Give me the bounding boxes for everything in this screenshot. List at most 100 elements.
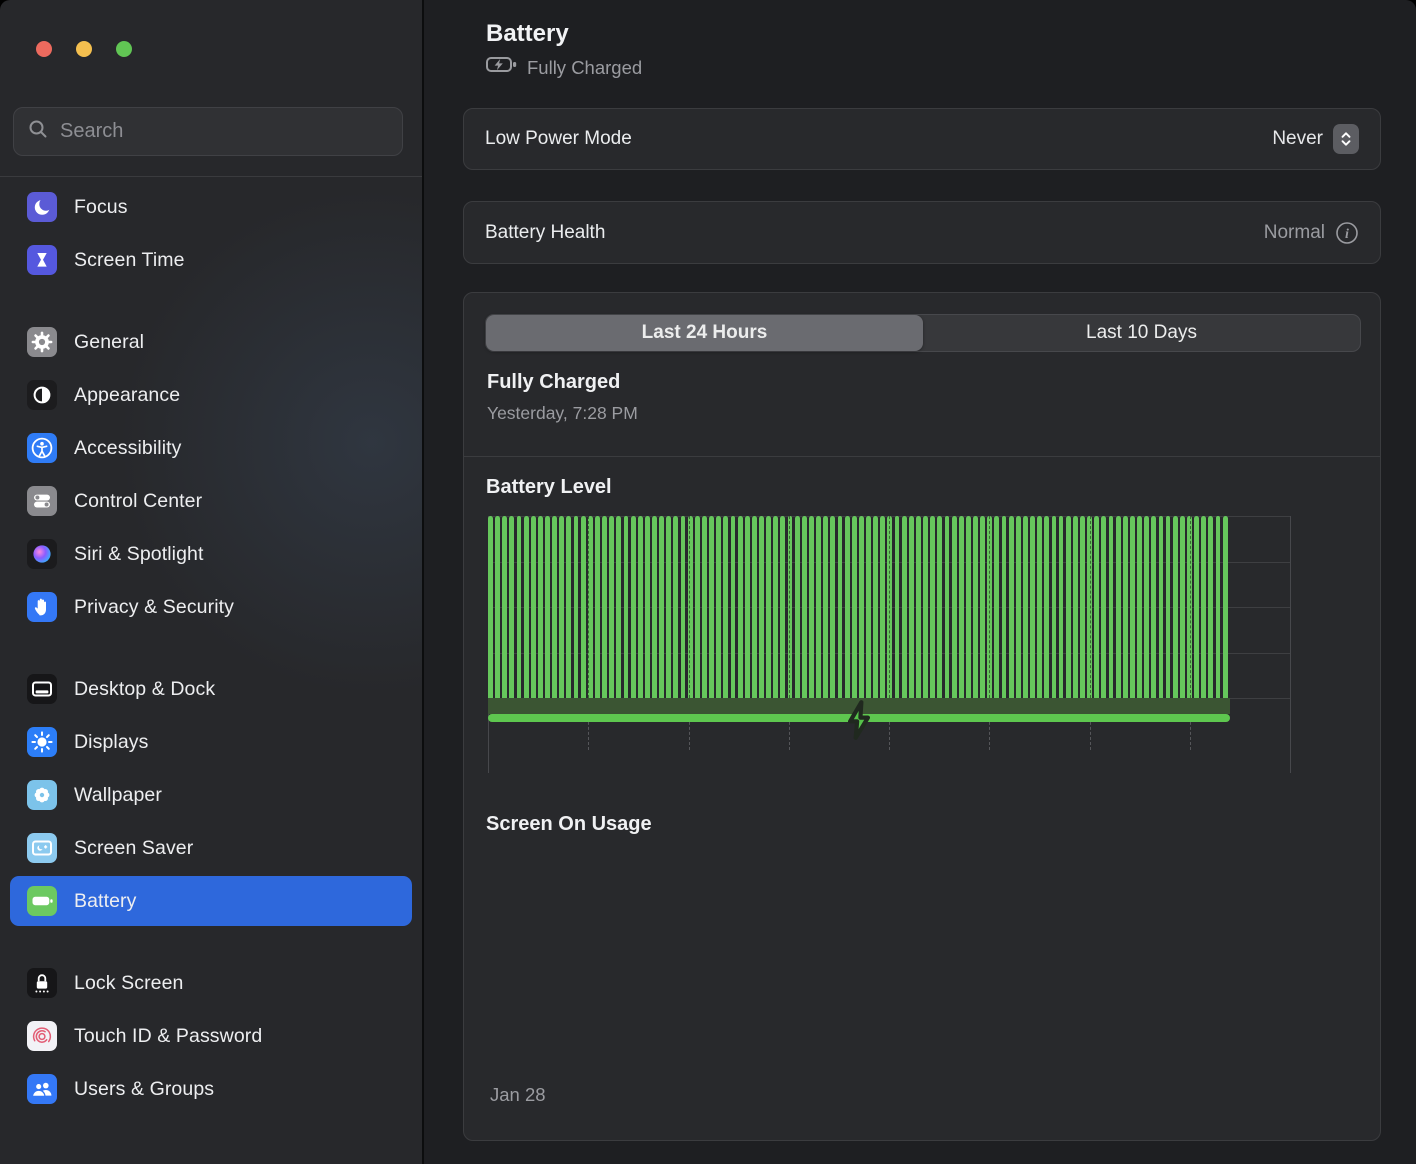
battery-bar (517, 516, 522, 698)
sidebar-item-label: Screen Saver (74, 837, 193, 860)
sidebar-item-label: General (74, 331, 144, 354)
sidebar-item-focus[interactable]: Focus (10, 182, 412, 232)
battery-bar (631, 516, 636, 698)
search-icon (28, 119, 48, 144)
battery-bar (709, 516, 714, 698)
battery-bar (895, 516, 900, 698)
sidebar-item-battery[interactable]: Battery (10, 876, 412, 926)
battery-bar (609, 516, 614, 698)
battery-bar (673, 516, 678, 698)
sidebar-item-displays[interactable]: Displays (10, 717, 412, 767)
sidebar-item-privacy-security[interactable]: Privacy & Security (10, 582, 412, 632)
desktop-dock-icon (27, 674, 57, 704)
battery-bar (916, 516, 921, 698)
low-power-mode-label: Low Power Mode (485, 128, 632, 150)
screen-time-icon (27, 245, 57, 275)
page-title: Battery (486, 20, 569, 48)
battery-bar (1166, 516, 1171, 698)
battery-bar (552, 516, 557, 698)
sidebar-item-siri-spotlight[interactable]: Siri & Spotlight (10, 529, 412, 579)
battery-bar (1037, 516, 1042, 698)
close-button[interactable] (36, 41, 52, 57)
sidebar-item-label: Appearance (74, 384, 180, 407)
battery-bar (1009, 516, 1014, 698)
battery-health-label: Battery Health (485, 222, 605, 244)
sidebar-item-appearance[interactable]: Appearance (10, 370, 412, 420)
charts-layer (464, 293, 1380, 1140)
sidebar-group-gap (0, 288, 422, 314)
battery-bar (574, 516, 579, 698)
battery-bar (702, 516, 707, 698)
battery-bar (980, 516, 985, 698)
battery-bar (1180, 516, 1185, 698)
battery-vgridline-overlay (889, 516, 890, 698)
search-input[interactable] (58, 119, 388, 144)
sidebar-item-desktop-dock[interactable]: Desktop & Dock (10, 664, 412, 714)
low-power-mode-popup[interactable]: Never (1272, 124, 1359, 154)
battery-bar (1144, 516, 1149, 698)
battery-right-axis (1290, 516, 1291, 773)
battery-bar (695, 516, 700, 698)
battery-bar (1059, 516, 1064, 698)
sidebar-item-screen-time[interactable]: Screen Time (10, 235, 412, 285)
main-content: Battery Fully Charged Low Power Mode Nev… (424, 0, 1416, 1164)
info-icon[interactable]: i (1335, 221, 1359, 245)
zoom-button[interactable] (116, 41, 132, 57)
sidebar-item-control-center[interactable]: Control Center (10, 476, 412, 526)
minimize-button[interactable] (76, 41, 92, 57)
battery-bar (752, 516, 757, 698)
battery-bar (538, 516, 543, 698)
battery-bar (937, 516, 942, 698)
battery-bar (581, 516, 586, 698)
sidebar-item-touch-id[interactable]: Touch ID & Password (10, 1011, 412, 1061)
battery-bar (645, 516, 650, 698)
battery-bar (945, 516, 950, 698)
siri-spotlight-icon (27, 539, 57, 569)
battery-bar (823, 516, 828, 698)
battery-bar (830, 516, 835, 698)
battery-usage-card: Last 24 HoursLast 10 Days Fully Charged … (463, 292, 1381, 1141)
battery-bar (952, 516, 957, 698)
battery-bar (1130, 516, 1135, 698)
battery-bar (909, 516, 914, 698)
battery-bar (616, 516, 621, 698)
sidebar-item-users-groups[interactable]: Users & Groups (10, 1064, 412, 1114)
sidebar-group-gap (0, 635, 422, 661)
svg-text:i: i (1345, 227, 1349, 242)
popup-stepper-icon[interactable] (1333, 124, 1359, 154)
battery-bar (866, 516, 871, 698)
battery-bar (1094, 516, 1099, 698)
focus-icon (27, 192, 57, 222)
battery-bar (595, 516, 600, 698)
touch-id-icon (27, 1021, 57, 1051)
battery-bar (531, 516, 536, 698)
battery-bar (773, 516, 778, 698)
battery-bar (723, 516, 728, 698)
sidebar-item-screen-saver[interactable]: Screen Saver (10, 823, 412, 873)
battery-bar (780, 516, 785, 698)
appearance-icon (27, 380, 57, 410)
battery-bar (759, 516, 764, 698)
search-field[interactable] (13, 107, 403, 156)
battery-bar (495, 516, 500, 698)
sidebar-item-label: Displays (74, 731, 149, 754)
battery-bar (1080, 516, 1085, 698)
battery-bar (1016, 516, 1021, 698)
sidebar-item-label: Screen Time (74, 249, 185, 272)
users-groups-icon (27, 1074, 57, 1104)
sidebar-item-accessibility[interactable]: Accessibility (10, 423, 412, 473)
battery-bar (1151, 516, 1156, 698)
sidebar-item-label: Desktop & Dock (74, 678, 215, 701)
sidebar-item-general[interactable]: General (10, 317, 412, 367)
battery-bar (1137, 516, 1142, 698)
battery-bar (973, 516, 978, 698)
sidebar-item-wallpaper[interactable]: Wallpaper (10, 770, 412, 820)
sidebar-item-lock-screen[interactable]: Lock Screen (10, 958, 412, 1008)
lock-screen-icon (27, 968, 57, 998)
battery-bar (1052, 516, 1057, 698)
battery-charging-icon (486, 56, 518, 79)
sidebar-item-label: Users & Groups (74, 1078, 214, 1101)
sidebar-item-label: Touch ID & Password (74, 1025, 262, 1048)
privacy-security-icon (27, 592, 57, 622)
battery-bar (1201, 516, 1206, 698)
